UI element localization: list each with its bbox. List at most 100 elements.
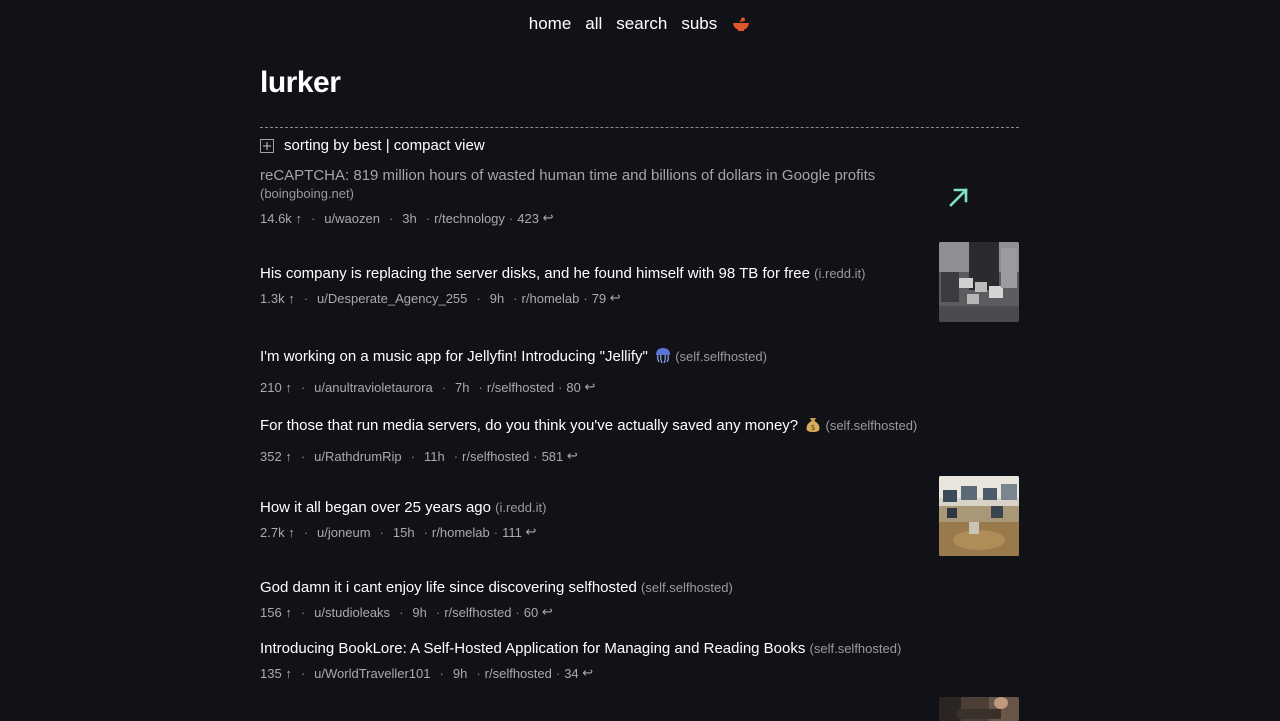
post-meta: 135 ↑ · u/WorldTraveller101 · 9h · r/sel… [260,665,1020,681]
post-domain[interactable]: (self.selfhosted) [810,641,902,656]
separator-dot: · [303,290,309,306]
post-subreddit[interactable]: r/selfhosted [444,605,511,620]
bowl-icon[interactable] [731,14,751,34]
separator-dot: · [476,290,481,306]
post-thumbnail[interactable] [939,242,1019,322]
separator-dot: · [303,524,309,540]
post-item: reCAPTCHA: 819 million hours of wasted h… [260,167,1020,226]
post-domain[interactable]: (self.selfhosted) [641,580,733,595]
post-author[interactable]: u/waozen [324,211,380,226]
post-author[interactable]: u/RathdrumRip [314,449,401,464]
separator-dot: · [555,665,561,681]
post-thumbnail[interactable] [939,697,1019,721]
post-subreddit[interactable]: r/homelab [432,525,490,540]
post-subreddit[interactable]: r/homelab [522,291,580,306]
post-comments[interactable]: 581 [542,449,564,464]
post-subreddit[interactable]: r/selfhosted [485,666,552,681]
post-comments[interactable]: 60 [524,605,538,620]
post-item: How it all began over 25 years ago (i.re… [260,498,1020,540]
separator-dot: · [439,665,444,681]
nav-all-link[interactable]: all [585,14,602,34]
post-author[interactable]: u/joneum [317,525,370,540]
reply-icon[interactable]: ↩ [582,665,593,681]
upvote-icon[interactable]: ↑ [288,291,295,306]
post-score: 14.6k [260,210,292,226]
post-score: 352 [260,448,282,464]
post-domain[interactable]: (boingboing.net) [260,185,920,203]
reply-icon[interactable]: ↩ [542,604,553,620]
post-score: 1.3k [260,290,285,306]
upvote-icon[interactable]: ↑ [285,666,292,681]
separator-dot: · [425,210,431,226]
upvote-icon[interactable]: ↑ [285,449,292,464]
post-thumbnail[interactable] [939,476,1019,556]
post-domain[interactable]: (i.redd.it) [814,266,865,281]
post-title[interactable]: God damn it i cant enjoy life since disc… [260,579,637,596]
post-domain[interactable]: (i.redd.it) [495,500,546,515]
nav-home-link[interactable]: home [529,14,572,34]
expand-plus-icon[interactable] [260,138,274,153]
upvote-icon[interactable]: ↑ [285,380,292,395]
post-meta: 156 ↑ · u/studioleaks · 9h · r/selfhoste… [260,604,1020,620]
reply-icon[interactable]: ↩ [567,448,578,464]
post-comments[interactable]: 34 [564,666,578,681]
post-title[interactable]: I'm working on a music app for Jellyfin!… [260,348,648,365]
separator-dot: · [300,665,306,681]
sort-label[interactable]: sorting by best | compact view [284,137,485,154]
svg-text:$: $ [811,423,816,432]
post-age: 9h [489,290,505,306]
post-author[interactable]: u/Desperate_Agency_255 [317,291,467,306]
separator-dot: · [533,448,538,464]
post-title[interactable]: For those that run media servers, do you… [260,417,798,434]
post-domain[interactable]: (self.selfhosted) [675,349,767,364]
post-author[interactable]: u/anultravioletaurora [314,380,433,395]
post-meta: 14.6k ↑ · u/waozen · 3h · r/technology ·… [260,210,1020,226]
separator-dot: · [476,665,481,681]
post-subreddit[interactable]: r/selfhosted [487,380,554,395]
post-meta: 2.7k ↑ · u/joneum · 15h · r/homelab · 11… [260,524,1020,540]
post-title[interactable]: How it all began over 25 years ago [260,499,491,516]
post-comments[interactable]: 79 [592,291,606,306]
page-title: lurker [260,66,341,99]
divider [260,127,1019,128]
post-author[interactable]: u/studioleaks [314,605,390,620]
separator-dot: · [508,210,514,226]
jellyfish-icon [655,347,671,370]
separator-dot: · [478,379,483,395]
post-meta: 210 ↑ · u/anultravioletaurora · 7h · r/s… [260,379,1020,395]
post-age: 15h [392,524,415,540]
post-title[interactable]: reCAPTCHA: 819 million hours of wasted h… [260,167,875,184]
upvote-icon[interactable]: ↑ [295,211,302,226]
post-comments[interactable]: 80 [566,380,580,395]
reply-icon[interactable]: ↩ [585,379,596,395]
external-link-arrow-icon[interactable] [948,186,970,208]
upvote-icon[interactable]: ↑ [288,525,295,540]
post-item: His company is replacing the server disk… [260,264,1020,306]
money-bag-icon: $ [805,416,821,439]
post-item: I'm working on a music app for Jellyfin!… [260,347,1020,395]
separator-dot: · [558,379,563,395]
post-subreddit[interactable]: r/technology [434,211,505,226]
post-item: Introducing BookLore: A Self-Hosted Appl… [260,639,1020,681]
nav-subs-link[interactable]: subs [681,14,717,34]
upvote-icon[interactable]: ↑ [285,605,292,620]
sort-bar: sorting by best | compact view [260,137,485,154]
post-title[interactable]: His company is replacing the server disk… [260,265,810,282]
separator-dot: · [379,524,384,540]
reply-icon[interactable]: ↩ [543,210,554,226]
separator-dot: · [310,210,316,226]
post-domain[interactable]: (self.selfhosted) [826,418,918,433]
separator-dot: · [300,379,306,395]
post-author[interactable]: u/WorldTraveller101 [314,666,430,681]
post-subreddit[interactable]: r/selfhosted [462,449,529,464]
post-comments[interactable]: 111 [502,525,522,540]
separator-dot: · [493,524,499,540]
post-comments[interactable]: 423 [517,211,539,226]
separator-dot: · [423,524,428,540]
reply-icon[interactable]: ↩ [610,290,621,306]
reply-icon[interactable]: ↩ [525,524,536,540]
post-meta: 352 ↑ · u/RathdrumRip · 11h · r/selfhost… [260,448,1020,464]
nav-search-link[interactable]: search [616,14,667,34]
post-title[interactable]: Introducing BookLore: A Self-Hosted Appl… [260,640,805,657]
post-age: 3h [402,210,417,226]
